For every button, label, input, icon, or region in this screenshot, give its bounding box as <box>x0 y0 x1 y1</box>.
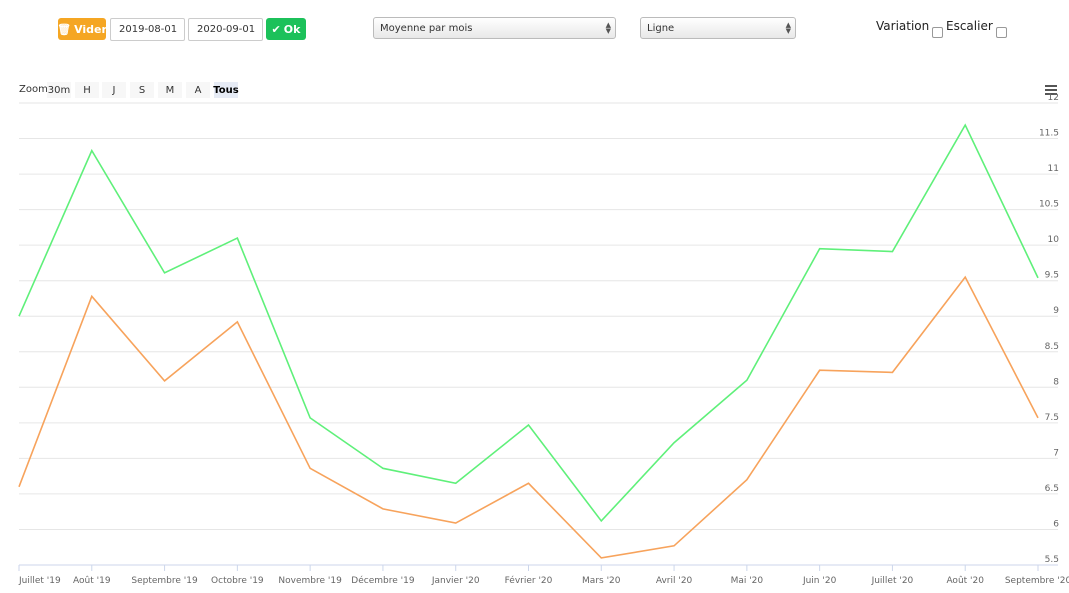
x-tick-label: Mars '20 <box>582 576 621 586</box>
y-tick-label: 8 <box>1053 377 1059 387</box>
series-line-orange <box>18 275 1039 559</box>
x-tick-label: Novembre '19 <box>278 576 342 586</box>
x-tick-label: Janvier '20 <box>431 576 480 586</box>
y-tick-label: 6.5 <box>1045 484 1059 494</box>
x-tick-label: Décembre '19 <box>351 575 415 586</box>
x-tick-label: Septembre '19 <box>131 576 198 586</box>
y-tick-label: 7 <box>1053 448 1059 458</box>
x-tick-label: Juillet '20 <box>871 576 914 586</box>
x-tick-label: Août '19 <box>73 576 111 586</box>
y-tick-label: 11.5 <box>1039 129 1059 139</box>
y-tick-label: 11 <box>1048 164 1059 174</box>
y-tick-label: 10.5 <box>1039 200 1059 210</box>
y-tick-label: 9.5 <box>1045 271 1059 281</box>
y-tick-label: 10 <box>1048 235 1060 245</box>
x-tick-label: Mai '20 <box>731 576 764 586</box>
y-tick-label: 7.5 <box>1045 413 1059 423</box>
x-tick-label: Juillet '19 <box>18 576 61 586</box>
y-tick-label: 6 <box>1053 519 1059 529</box>
x-tick-label: Juin '20 <box>802 576 837 586</box>
x-tick-label: Avril '20 <box>656 576 693 586</box>
x-tick-label: Octobre '19 <box>211 576 264 586</box>
x-tick-label: Août '20 <box>946 576 984 586</box>
series-line-green <box>18 123 1039 523</box>
y-tick-label: 9 <box>1053 306 1059 316</box>
y-tick-label: 5.5 <box>1045 555 1059 565</box>
y-tick-label: 8.5 <box>1045 342 1059 352</box>
line-chart: 5.5 6 6.5 7 7.5 8 8.5 9 9.5 10 10.5 11 11.5 12 Juillet… <box>18 93 1069 586</box>
x-tick-label: Février '20 <box>505 575 553 586</box>
x-tick-label: Septembre '20 <box>1005 576 1069 586</box>
y-tick-label: 12 <box>1048 93 1059 103</box>
